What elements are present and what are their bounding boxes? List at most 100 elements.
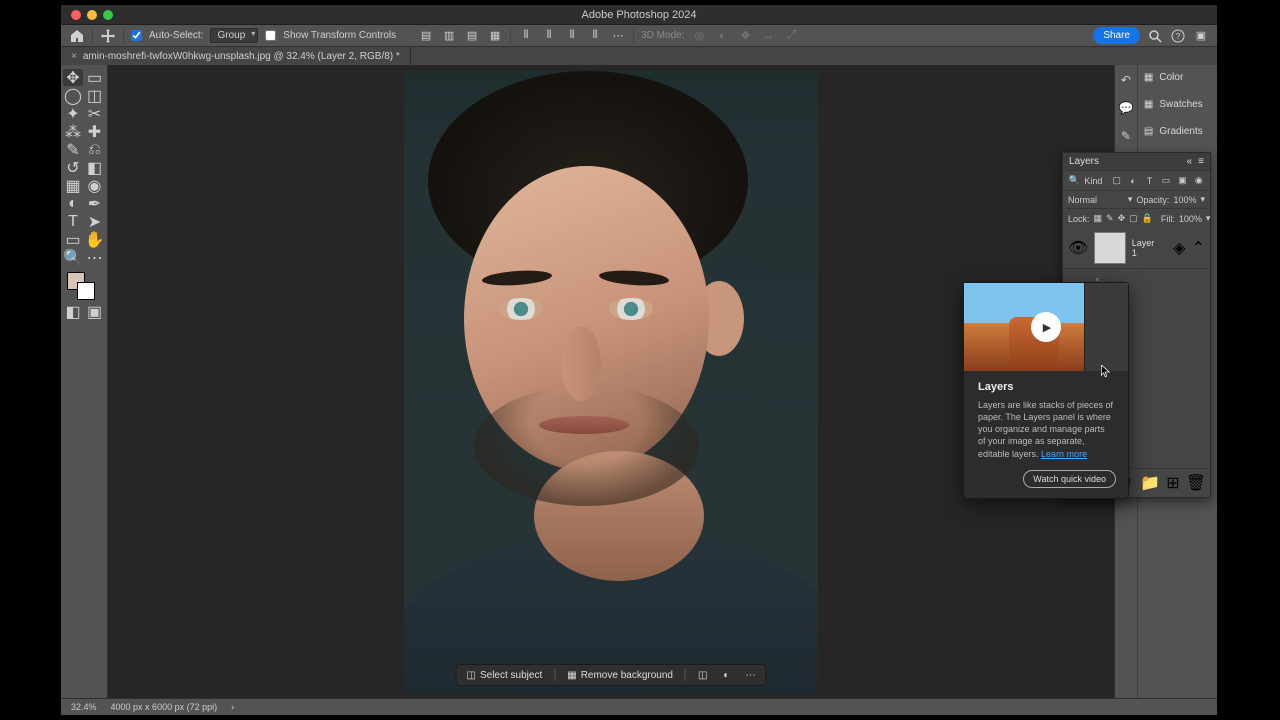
document-tab[interactable]: × amin-moshrefi-twfoxW0hkwg-unsplash.jpg… [61,47,411,65]
3d-mode-label: 3D Mode: [641,30,684,41]
search-icon[interactable] [1147,28,1163,44]
status-chevron-icon[interactable]: › [231,702,234,712]
show-transform-label: Show Transform Controls [283,30,396,41]
layer-row[interactable]: 👁 Layer 1 ◈ ⌃ [1063,228,1210,268]
lock-transparency-icon[interactable]: ▦ [1094,212,1103,225]
color-swatch[interactable] [63,272,105,302]
lasso-tool[interactable]: ◯ [63,87,83,104]
watch-video-button[interactable]: Watch quick video [1023,470,1116,488]
workspace-icon[interactable]: ▣ [1193,28,1209,44]
auto-select-checkbox[interactable] [131,30,142,41]
rectangle-tool[interactable]: ▭ [63,231,83,248]
3d-pan-icon: ✥ [737,28,753,44]
tooltip-video-thumbnail[interactable] [964,283,1128,371]
tooltip-title: Layers [964,371,1128,399]
learn-more-link[interactable]: Learn more [1041,449,1087,459]
layer-name[interactable]: Layer 1 [1132,238,1162,258]
filter-toggle-icon[interactable]: ◉ [1193,174,1205,187]
help-icon[interactable]: ? [1170,28,1186,44]
show-transform-checkbox[interactable] [265,30,276,41]
panel-icon-history[interactable]: ↶ [1117,71,1135,89]
select-subject-button[interactable]: ◫Select subject [463,670,547,681]
eyedropper-tool[interactable]: ⁂ [63,123,83,140]
remove-background-button[interactable]: ▦Remove background [563,670,677,681]
group-icon[interactable]: 📁 [1140,473,1160,493]
close-tab-icon[interactable]: × [71,51,77,62]
lock-pixels-icon[interactable]: ✎ [1106,212,1114,225]
dock-item-color[interactable]: ▦Color [1138,69,1217,86]
dodge-tool[interactable]: ◐ [63,195,83,212]
window-zoom-icon[interactable] [103,10,113,20]
transform-icon[interactable]: ◫ [694,670,711,681]
layer-thumbnail[interactable] [1094,232,1125,264]
move-tool[interactable]: ✥ [63,69,83,86]
align-center-h-icon[interactable]: ▥ [441,28,457,44]
spot-healing-tool[interactable]: ✚ [85,123,105,140]
filter-kind-dropdown[interactable]: Kind [1084,176,1102,186]
eraser-tool[interactable]: ◧ [85,159,105,176]
crop-tool[interactable]: ✂ [85,105,105,122]
panel-collapse-icon[interactable]: « [1187,156,1193,167]
status-bar: 32.4% 4000 px x 6000 px (72 ppi) › [61,698,1217,715]
align-right-icon[interactable]: ▤ [464,28,480,44]
blend-mode-dropdown[interactable]: Normal [1068,195,1124,205]
adjustments-icon[interactable]: ◐ [719,670,733,681]
distribute-more-icon[interactable]: ⫴ [587,28,603,44]
home-icon[interactable] [69,28,85,44]
distribute-right-icon[interactable]: ⫴ [564,28,580,44]
brush-tool[interactable]: ✎ [63,141,83,158]
opacity-value[interactable]: 100% [1173,195,1196,205]
panel-menu-icon[interactable]: ≡ [1198,156,1204,167]
panel-icon-comments[interactable]: 💬 [1117,99,1135,117]
screen-mode-tool[interactable]: ▣ [85,303,105,320]
magic-wand-tool[interactable]: ✦ [63,105,83,122]
lock-position-icon[interactable]: ✥ [1118,212,1126,225]
dock-item-gradients[interactable]: ▤Gradients [1138,123,1217,140]
blur-tool[interactable]: ◉ [85,177,105,194]
clone-stamp-tool[interactable]: ⎌ [85,141,105,158]
status-doc-info[interactable]: 4000 px x 6000 px (72 ppi) [111,702,218,712]
move-tool-icon[interactable] [100,28,116,44]
filter-adjust-icon[interactable]: ◐ [1127,174,1139,187]
object-selection-tool[interactable]: ◫ [85,87,105,104]
history-brush-tool[interactable]: ↺ [63,159,83,176]
chevron-up-icon[interactable]: ⌃ [1192,238,1205,258]
filter-pixel-icon[interactable]: ▢ [1110,174,1122,187]
dock-item-swatches[interactable]: ▦Swatches [1138,96,1217,113]
path-selection-tool[interactable]: ➤ [85,213,105,230]
visibility-icon[interactable]: 👁 [1068,238,1088,258]
fill-value[interactable]: 100% [1179,214,1202,224]
auto-select-label: Auto-Select: [149,30,203,41]
window-close-icon[interactable] [71,10,81,20]
document-canvas[interactable] [404,71,818,693]
filter-search-icon[interactable]: 🔍 [1068,174,1080,187]
distribute-center-icon[interactable]: ⫴ [541,28,557,44]
edit-toolbar-icon[interactable]: ⋯ [85,249,105,266]
align-top-icon[interactable]: ▦ [487,28,503,44]
more-options-icon[interactable]: ⋯ [610,28,626,44]
share-button[interactable]: Share [1093,27,1140,44]
auto-select-mode-dropdown[interactable]: Group [210,28,258,43]
document-tab-title: amin-moshrefi-twfoxW0hkwg-unsplash.jpg @… [83,51,400,62]
zoom-tool[interactable]: 🔍 [63,249,83,266]
artboard-tool[interactable]: ▭ [85,69,105,86]
filter-type-icon[interactable]: T [1143,174,1155,187]
type-tool[interactable]: T [63,213,83,230]
play-icon[interactable] [1031,312,1061,342]
lock-all-icon[interactable]: 🔒 [1142,212,1153,225]
more-actions-icon[interactable]: ⋯ [741,670,759,681]
pen-tool[interactable]: ✒ [85,195,105,212]
gradient-tool[interactable]: ▦ [63,177,83,194]
window-minimize-icon[interactable] [87,10,97,20]
delete-layer-icon[interactable]: 🗑 [1186,473,1206,493]
status-zoom[interactable]: 32.4% [71,702,97,712]
new-layer-icon[interactable]: ⊞ [1166,473,1179,493]
filter-shape-icon[interactable]: ▭ [1160,174,1172,187]
panel-icon-brushes[interactable]: ✎ [1117,127,1135,145]
filter-smart-icon[interactable]: ▣ [1176,174,1188,187]
quick-mask-tool[interactable]: ◧ [63,303,83,320]
distribute-left-icon[interactable]: ⫴ [518,28,534,44]
align-left-icon[interactable]: ▤ [418,28,434,44]
hand-tool[interactable]: ✋ [85,231,105,248]
lock-artboard-icon[interactable]: ▢ [1129,212,1138,225]
